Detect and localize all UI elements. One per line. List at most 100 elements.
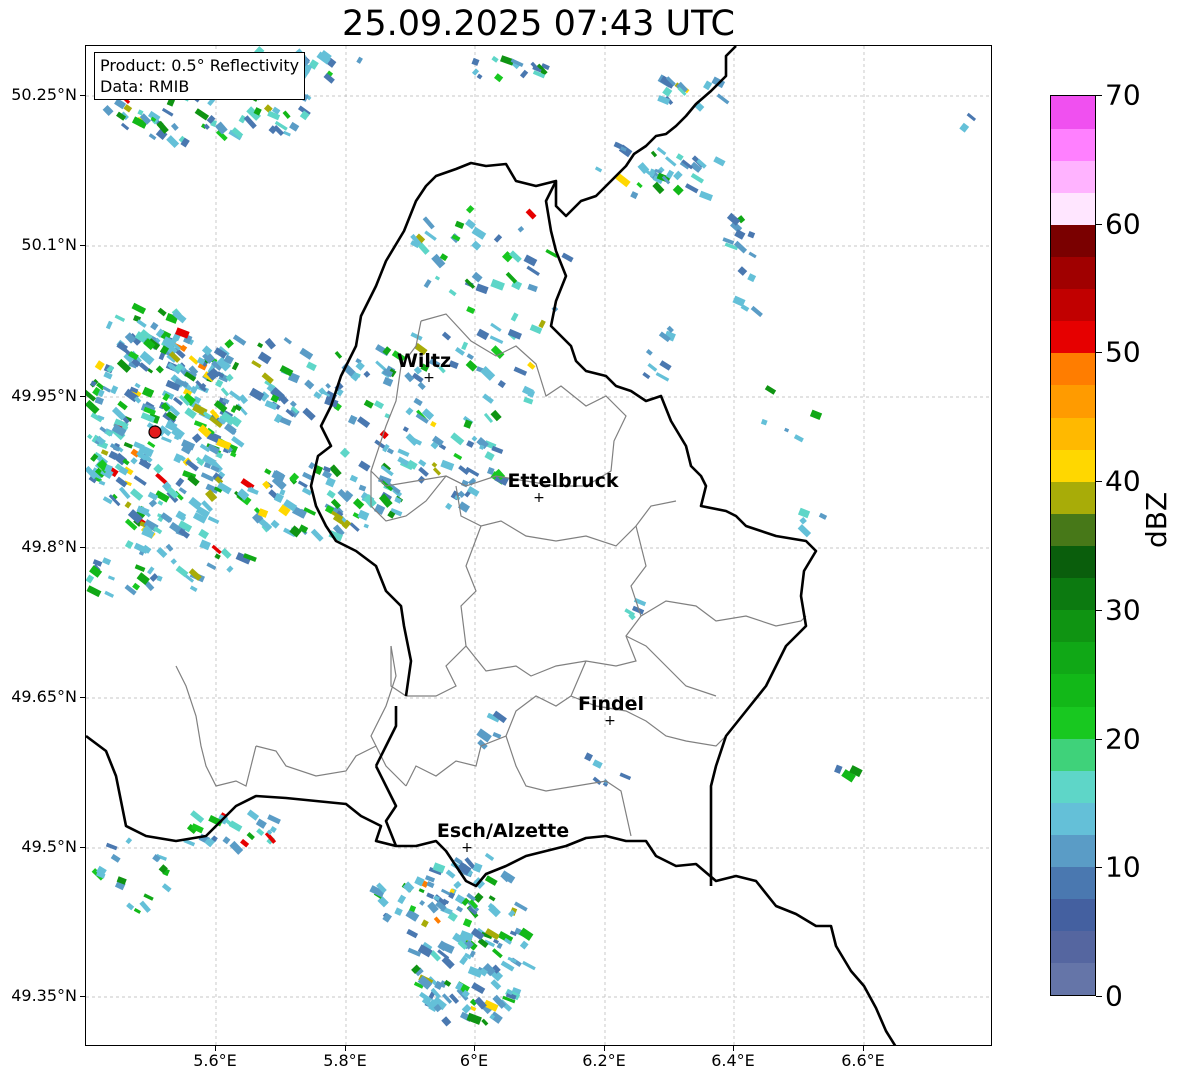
radar-echo-pixel: [161, 883, 172, 893]
colorbar-tick-label: 70: [1105, 78, 1141, 112]
radar-echo-pixel: [100, 449, 109, 456]
radar-echo-pixel: [490, 278, 505, 291]
radar-echo-pixel: [430, 420, 437, 428]
radar-echo-pixel: [465, 360, 478, 372]
radar-echo-pixel: [453, 452, 463, 461]
radar-echo-pixel: [358, 484, 367, 492]
radar-echo-pixel: [133, 907, 141, 914]
radar-echo-pixel: [966, 112, 977, 122]
radar-map[interactable]: [85, 45, 992, 1046]
radar-echo-pixel: [471, 982, 486, 994]
radar-echo-pixel: [257, 342, 264, 349]
radar-echo-pixel: [373, 400, 385, 410]
radar-echo-pixel: [124, 540, 134, 550]
radar-echo-pixel: [397, 448, 410, 457]
radar-echo-pixel: [441, 1016, 452, 1027]
radar-echo-pixel: [105, 320, 113, 330]
radar-echo-pixel: [500, 870, 516, 884]
radar-echo-pixel: [418, 459, 427, 467]
radar-echo-pixel: [118, 486, 131, 500]
colorbar-tick: [1096, 223, 1102, 225]
radar-echo-pixel: [199, 539, 211, 551]
radar-echo-pixel: [519, 69, 529, 79]
radar-echo-pixel: [466, 306, 476, 314]
radar-echo-pixel: [120, 122, 130, 131]
colorbar-tick-label: 0: [1105, 979, 1123, 1013]
radar-echo-pixel: [302, 407, 316, 421]
city-label-findel: Findel: [577, 693, 645, 715]
radar-echo-pixel: [264, 337, 276, 350]
lon-label: 6°E: [459, 1051, 489, 1070]
colorbar-segment: [1051, 930, 1095, 964]
colorbar-segment: [1051, 256, 1095, 290]
radar-echo-pixel: [325, 477, 336, 488]
radar-echo-pixel: [382, 912, 392, 923]
radar-echo-pixel: [105, 842, 118, 851]
radar-echo-pixel: [304, 379, 315, 390]
radar-echo-pixel: [355, 361, 365, 371]
radar-echo-pixel: [410, 436, 423, 446]
radar-echo-pixel: [114, 314, 126, 322]
lat-tick: [80, 547, 85, 548]
radar-echo-pixel: [526, 265, 540, 276]
radar-echo-pixel: [110, 853, 121, 863]
radar-echo-pixel: [394, 907, 403, 916]
radar-echo-pixel: [441, 331, 452, 341]
radar-echo-pixel: [423, 279, 432, 289]
colorbar-segment: [1051, 673, 1095, 707]
radar-echo-pixel: [124, 501, 132, 509]
radar-echo-pixel: [117, 400, 128, 411]
colorbar-segment: [1051, 160, 1095, 193]
radar-echo-pixel: [156, 547, 168, 558]
radar-echo-pixel: [652, 181, 665, 195]
radar-echo-pixel: [170, 122, 179, 131]
radar-echo-pixel: [226, 565, 234, 573]
radar-echo-pixel: [642, 372, 651, 380]
radar-echo-pixel: [339, 447, 350, 458]
radar-echo-pixel: [191, 433, 202, 444]
radar-echo-pixel: [198, 528, 210, 540]
radar-echo-pixel: [157, 307, 167, 317]
radar-echo-pixel: [489, 335, 504, 344]
radar-echo-pixel: [216, 481, 232, 495]
lon-label: 5.8°E: [323, 1051, 367, 1070]
radar-echo-pixel: [490, 409, 502, 422]
radar-echo-pixel: [466, 1012, 482, 1025]
radar-echo-pixel: [148, 499, 158, 508]
radar-echo-pixel: [141, 386, 155, 398]
radar-echo-pixel: [224, 339, 234, 349]
radar-echo-pixel: [592, 776, 602, 785]
radar-echo-pixel: [178, 487, 187, 495]
lat-label: 49.8°N: [21, 537, 77, 556]
radar-echo-pixel: [522, 960, 536, 971]
radar-echo-pixel: [149, 573, 159, 582]
colorbar-unit-label: dBZ: [1140, 491, 1173, 548]
radar-echo-pixel: [737, 266, 748, 276]
radar-echo-pixel: [87, 433, 93, 440]
city-marker-esch: +: [461, 840, 473, 856]
colorbar-tick: [1096, 95, 1102, 96]
lat-tick: [80, 847, 85, 848]
radar-echo-pixel: [462, 918, 473, 928]
radar-echo-pixel: [659, 360, 672, 371]
radar-echo-pixel: [747, 231, 756, 239]
radar-echo-pixel: [136, 319, 147, 328]
radar-echo-pixel: [784, 427, 790, 433]
colorbar-segment: [1051, 224, 1095, 258]
colorbar-segment: [1051, 770, 1095, 803]
lat-label: 49.5°N: [21, 837, 77, 856]
radar-echo-pixel: [200, 472, 215, 482]
radar-echo-pixel: [107, 575, 115, 581]
radar-echo-pixel: [592, 759, 603, 769]
radar-echo-pixel: [484, 875, 498, 886]
colorbar-segment: [1051, 738, 1095, 771]
radar-echo-pixel: [650, 150, 658, 158]
gridlines: [86, 46, 991, 1045]
radar-echo-pixel: [129, 488, 144, 501]
colorbar-tick: [1096, 996, 1102, 997]
radar-echo-pixel: [959, 122, 970, 133]
radar-echo-pixel: [527, 283, 538, 293]
radar-echo-pixel: [675, 153, 684, 161]
radar-echo-pixel: [636, 182, 643, 189]
radar-echo-pixel: [356, 56, 363, 64]
